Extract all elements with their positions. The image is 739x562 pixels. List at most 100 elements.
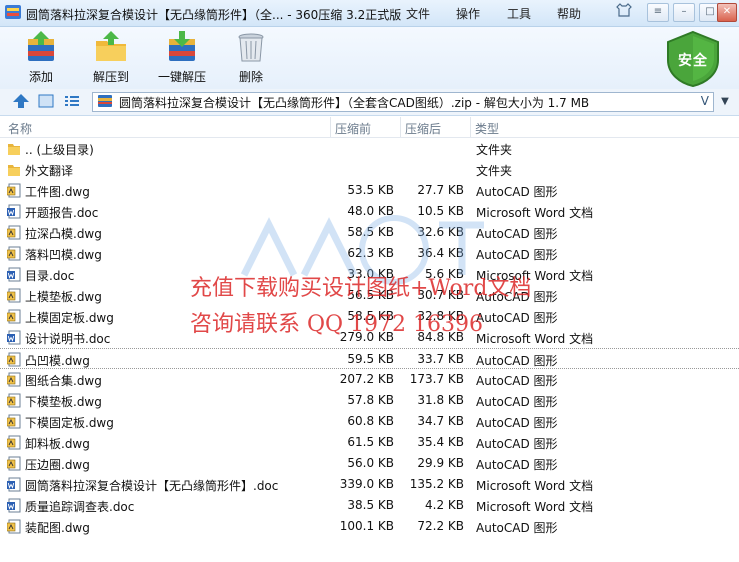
column-type[interactable]: 类型: [475, 120, 499, 137]
file-type: AutoCAD 图形: [476, 437, 558, 451]
add-button[interactable]: 添加: [18, 29, 64, 85]
file-size: 100.1 KB: [339, 519, 394, 533]
file-name: 圆筒落料拉深复合模设计【无凸缘筒形件】.doc: [25, 479, 279, 493]
list-item[interactable]: 外文翻译 文件夹: [0, 159, 739, 180]
archive-icon: [98, 95, 112, 107]
file-name: 工件图.dwg: [25, 185, 90, 199]
one-click-extract-icon: [169, 31, 195, 61]
minimize-icon[interactable]: –: [673, 3, 695, 22]
one-click-extract-button[interactable]: 一键解压: [154, 29, 210, 85]
dwg-file-icon: [6, 352, 21, 367]
up-arrow-icon[interactable]: [12, 93, 30, 112]
file-name: 压边圈.dwg: [25, 458, 90, 472]
file-size: 56.0 KB: [347, 456, 394, 470]
file-name: 下模垫板.dwg: [25, 395, 102, 409]
file-size: 38.5 KB: [347, 498, 394, 512]
file-type: AutoCAD 图形: [476, 354, 558, 368]
file-type: 文件夹: [476, 164, 513, 178]
list-item[interactable]: 卸料板.dwg 61.5 KB 35.4 KB AutoCAD 图形: [0, 432, 739, 453]
file-name: 落料凹模.dwg: [25, 248, 102, 262]
address-dropdown[interactable]: V: [701, 94, 709, 108]
menu-icon[interactable]: ≡: [647, 3, 669, 22]
dwg-file-icon: [6, 246, 21, 261]
doc-file-icon: [7, 267, 21, 282]
file-compressed-size: 135.2 KB: [409, 477, 464, 491]
file-size: 53.5 KB: [347, 183, 394, 197]
list-item[interactable]: 压边圈.dwg 56.0 KB 29.9 KB AutoCAD 图形: [0, 453, 739, 474]
file-type: Microsoft Word 文档: [476, 479, 594, 493]
delete-label: 删除: [238, 70, 263, 84]
file-compressed-size: 34.7 KB: [417, 414, 464, 428]
dwg-file-icon: [6, 288, 21, 303]
close-icon[interactable]: ✕: [717, 3, 737, 22]
extract-to-label: 解压到: [92, 70, 129, 84]
file-compressed-size: 4.2 KB: [425, 498, 464, 512]
file-type: AutoCAD 图形: [476, 395, 558, 409]
file-type: Microsoft Word 文档: [476, 500, 594, 514]
list-item[interactable]: 工件图.dwg 53.5 KB 27.7 KB AutoCAD 图形: [0, 180, 739, 201]
menu-operation[interactable]: 操作: [456, 5, 480, 22]
address-row: 圆筒落料拉深复合模设计【无凸缘筒形件】（全套含CAD图纸）.zip - 解包大小…: [0, 89, 739, 116]
file-list: .. (上级目录) 文件夹 外文翻译 文件夹工件图.dwg 53.5 KB 27.7 KB…: [0, 138, 739, 562]
file-name: 卸料板.dwg: [25, 437, 90, 451]
list-item[interactable]: .. (上级目录) 文件夹: [0, 138, 739, 159]
list-item[interactable]: 装配图.dwg 100.1 KB 72.2 KB AutoCAD 图形: [0, 516, 739, 537]
file-type: AutoCAD 图形: [476, 185, 558, 199]
thumbnail-view-icon[interactable]: [38, 93, 54, 112]
list-view-icon[interactable]: [64, 93, 80, 112]
file-type: 文件夹: [476, 143, 513, 157]
address-bar[interactable]: 圆筒落料拉深复合模设计【无凸缘筒形件】（全套含CAD图纸）.zip - 解包大小…: [92, 92, 714, 112]
list-item[interactable]: 质量追踪调查表.doc 38.5 KB 4.2 KB Microsoft Word 文…: [0, 495, 739, 516]
file-compressed-size: 27.7 KB: [417, 183, 464, 197]
app-icon: [5, 5, 21, 19]
list-item[interactable]: 凸凹模.dwg 59.5 KB 33.7 KB AutoCAD 图形: [0, 348, 739, 369]
file-name: 下模固定板.dwg: [25, 416, 114, 430]
list-item[interactable]: 圆筒落料拉深复合模设计【无凸缘筒形件】.doc 339.0 KB 135.2 KB M…: [0, 474, 739, 495]
column-name[interactable]: 名称: [8, 120, 32, 137]
title-bar: 圆筒落料拉深复合模设计【无凸缘筒形件】（全... - 360压缩 3.2正式版 …: [0, 0, 739, 27]
watermark-text-line1: 充值下载购买设计图纸+Word文档: [190, 276, 532, 301]
address-path: 圆筒落料拉深复合模设计【无凸缘筒形件】（全套含CAD图纸）.zip - 解包大小…: [119, 96, 590, 110]
skin-icon[interactable]: [614, 3, 634, 20]
list-header: 名称 压缩前 压缩后 类型: [0, 117, 739, 138]
add-label: 添加: [28, 70, 53, 84]
dwg-file-icon: [6, 519, 21, 534]
file-compressed-size: 33.7 KB: [417, 352, 464, 366]
file-compressed-size: 173.7 KB: [409, 372, 464, 386]
doc-file-icon: [7, 204, 21, 219]
extract-to-button[interactable]: 解压到: [88, 29, 134, 85]
chevron-down-icon[interactable]: ▼: [716, 93, 734, 111]
dwg-file-icon: [6, 309, 21, 324]
add-archive-icon: [28, 31, 54, 61]
column-divider[interactable]: [470, 117, 471, 137]
file-type: Microsoft Word 文档: [476, 332, 594, 346]
safe-label: 安全: [678, 53, 708, 69]
delete-button[interactable]: 删除: [228, 29, 274, 85]
file-type: AutoCAD 图形: [476, 521, 558, 535]
list-item[interactable]: 图纸合集.dwg 207.2 KB 173.7 KB AutoCAD 图形: [0, 369, 739, 390]
extract-folder-icon: [96, 31, 126, 61]
dwg-file-icon: [6, 393, 21, 408]
list-item[interactable]: 下模垫板.dwg 57.8 KB 31.8 KB AutoCAD 图形: [0, 390, 739, 411]
column-size[interactable]: 压缩前: [335, 120, 371, 137]
file-type: AutoCAD 图形: [476, 311, 558, 325]
safe-badge[interactable]: 安全: [664, 30, 722, 88]
menu-help[interactable]: 帮助: [557, 5, 581, 22]
file-name: 上模垫板.dwg: [25, 290, 102, 304]
column-compressed[interactable]: 压缩后: [405, 120, 441, 137]
list-item[interactable]: 下模固定板.dwg 60.8 KB 34.7 KB AutoCAD 图形: [0, 411, 739, 432]
folder-up-icon: [7, 141, 21, 156]
file-name: 凸凹模.dwg: [25, 354, 90, 368]
file-compressed-size: 31.8 KB: [417, 393, 464, 407]
file-type: AutoCAD 图形: [476, 416, 558, 430]
file-compressed-size: 35.4 KB: [417, 435, 464, 449]
column-divider[interactable]: [400, 117, 401, 137]
file-name: 质量追踪调查表.doc: [25, 500, 135, 514]
dwg-file-icon: [6, 372, 21, 387]
doc-file-icon: [7, 498, 21, 513]
column-divider[interactable]: [330, 117, 331, 137]
menu-file[interactable]: 文件: [406, 5, 430, 22]
menu-tools[interactable]: 工具: [507, 5, 531, 22]
trash-icon: [238, 33, 264, 62]
file-name: 图纸合集.dwg: [25, 374, 102, 388]
